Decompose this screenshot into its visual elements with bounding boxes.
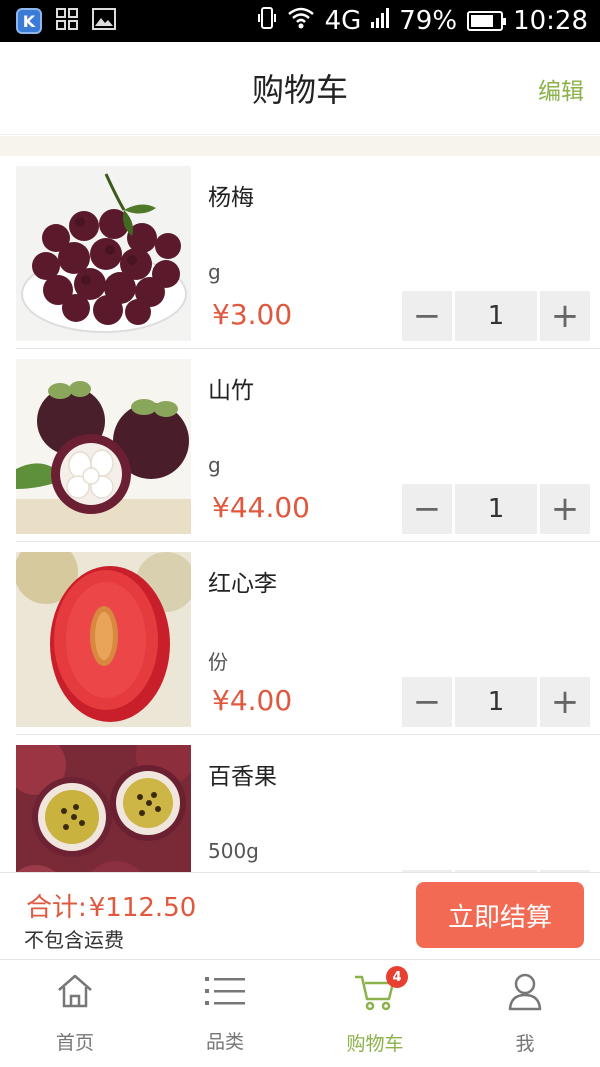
- network-type: 4G: [324, 6, 362, 36]
- grid-icon: [56, 7, 78, 35]
- cart-item: 红心李 份 ¥4.00 − 1 +: [16, 542, 600, 735]
- product-image-bayberry[interactable]: [16, 166, 191, 341]
- battery-icon: [467, 11, 507, 31]
- tab-categories[interactable]: 品类: [150, 960, 300, 1067]
- product-image-red-plum[interactable]: [16, 552, 191, 727]
- tab-label: 首页: [55, 1032, 94, 1054]
- quantity-stepper: − 1 +: [402, 291, 590, 341]
- cart-item: 百香果 500g − +: [16, 735, 600, 872]
- wifi-icon: [287, 7, 315, 35]
- product-price: ¥44.00: [212, 491, 310, 524]
- tab-cart[interactable]: 4 购物车: [300, 960, 450, 1067]
- tab-label: 我: [515, 1033, 535, 1055]
- product-image-passion-fruit[interactable]: [16, 745, 191, 872]
- cart-item: 杨梅 g ¥3.00 − 1 +: [16, 156, 600, 349]
- product-name: 山竹: [208, 378, 254, 404]
- quantity-field[interactable]: 1: [455, 484, 537, 534]
- total-prefix: 合计:: [26, 893, 87, 923]
- product-unit: 份: [208, 650, 228, 674]
- home-icon: [55, 972, 95, 1014]
- edit-button[interactable]: 编辑: [538, 72, 584, 106]
- shipping-note: 不包含运费: [24, 928, 124, 952]
- total-price: 合计:¥112.50: [24, 887, 196, 924]
- tab-label: 购物车: [346, 1033, 404, 1055]
- tab-label: 品类: [205, 1031, 244, 1053]
- quantity-stepper: − 1 +: [402, 677, 590, 727]
- decrease-button[interactable]: −: [402, 484, 452, 534]
- product-unit: g: [208, 260, 221, 284]
- image-icon: [92, 7, 116, 35]
- page-title: 购物车: [251, 71, 348, 109]
- decrease-button[interactable]: −: [402, 291, 452, 341]
- product-unit: g: [208, 453, 221, 477]
- quantity-field[interactable]: 1: [455, 677, 537, 727]
- cart-count-badge: 4: [386, 966, 408, 988]
- vibrate-icon: [257, 6, 277, 36]
- list-icon: [203, 973, 247, 1013]
- cart-item: 山竹 g ¥44.00 − 1 +: [16, 349, 600, 542]
- user-icon: [505, 971, 545, 1015]
- battery-percent: 79%: [399, 6, 458, 36]
- cart-list: 杨梅 g ¥3.00 − 1 + 山竹 g ¥44.00 − 1 + 红心李 份…: [0, 156, 600, 872]
- tab-profile[interactable]: 我: [450, 960, 600, 1067]
- product-name: 杨梅: [208, 185, 254, 211]
- clock: 10:28: [513, 6, 588, 36]
- tab-home[interactable]: 首页: [0, 960, 150, 1067]
- product-name: 百香果: [208, 764, 277, 790]
- status-bar: K 4G 79% 10:28: [0, 0, 600, 42]
- product-name: 红心李: [208, 571, 277, 597]
- checkout-bar: 合计:¥112.50 不包含运费 立即结算: [0, 872, 600, 960]
- decrease-button[interactable]: −: [402, 677, 452, 727]
- checkout-button[interactable]: 立即结算: [416, 882, 584, 948]
- product-price: ¥3.00: [212, 298, 293, 331]
- app-header: 购物车 编辑: [0, 42, 600, 135]
- increase-button[interactable]: +: [540, 291, 590, 341]
- increase-button[interactable]: +: [540, 677, 590, 727]
- product-unit: 500g: [208, 839, 259, 863]
- header-divider-strip: [0, 136, 600, 156]
- quantity-field[interactable]: 1: [455, 291, 537, 341]
- app-k-icon: K: [16, 8, 42, 34]
- product-image-mangosteen[interactable]: [16, 359, 191, 534]
- increase-button[interactable]: +: [540, 484, 590, 534]
- signal-icon: [371, 8, 390, 34]
- total-value: ¥112.50: [88, 893, 197, 923]
- product-price: ¥4.00: [212, 684, 293, 717]
- bottom-tab-bar: 首页 品类 4 购物车 我: [0, 960, 600, 1067]
- quantity-stepper: − 1 +: [402, 484, 590, 534]
